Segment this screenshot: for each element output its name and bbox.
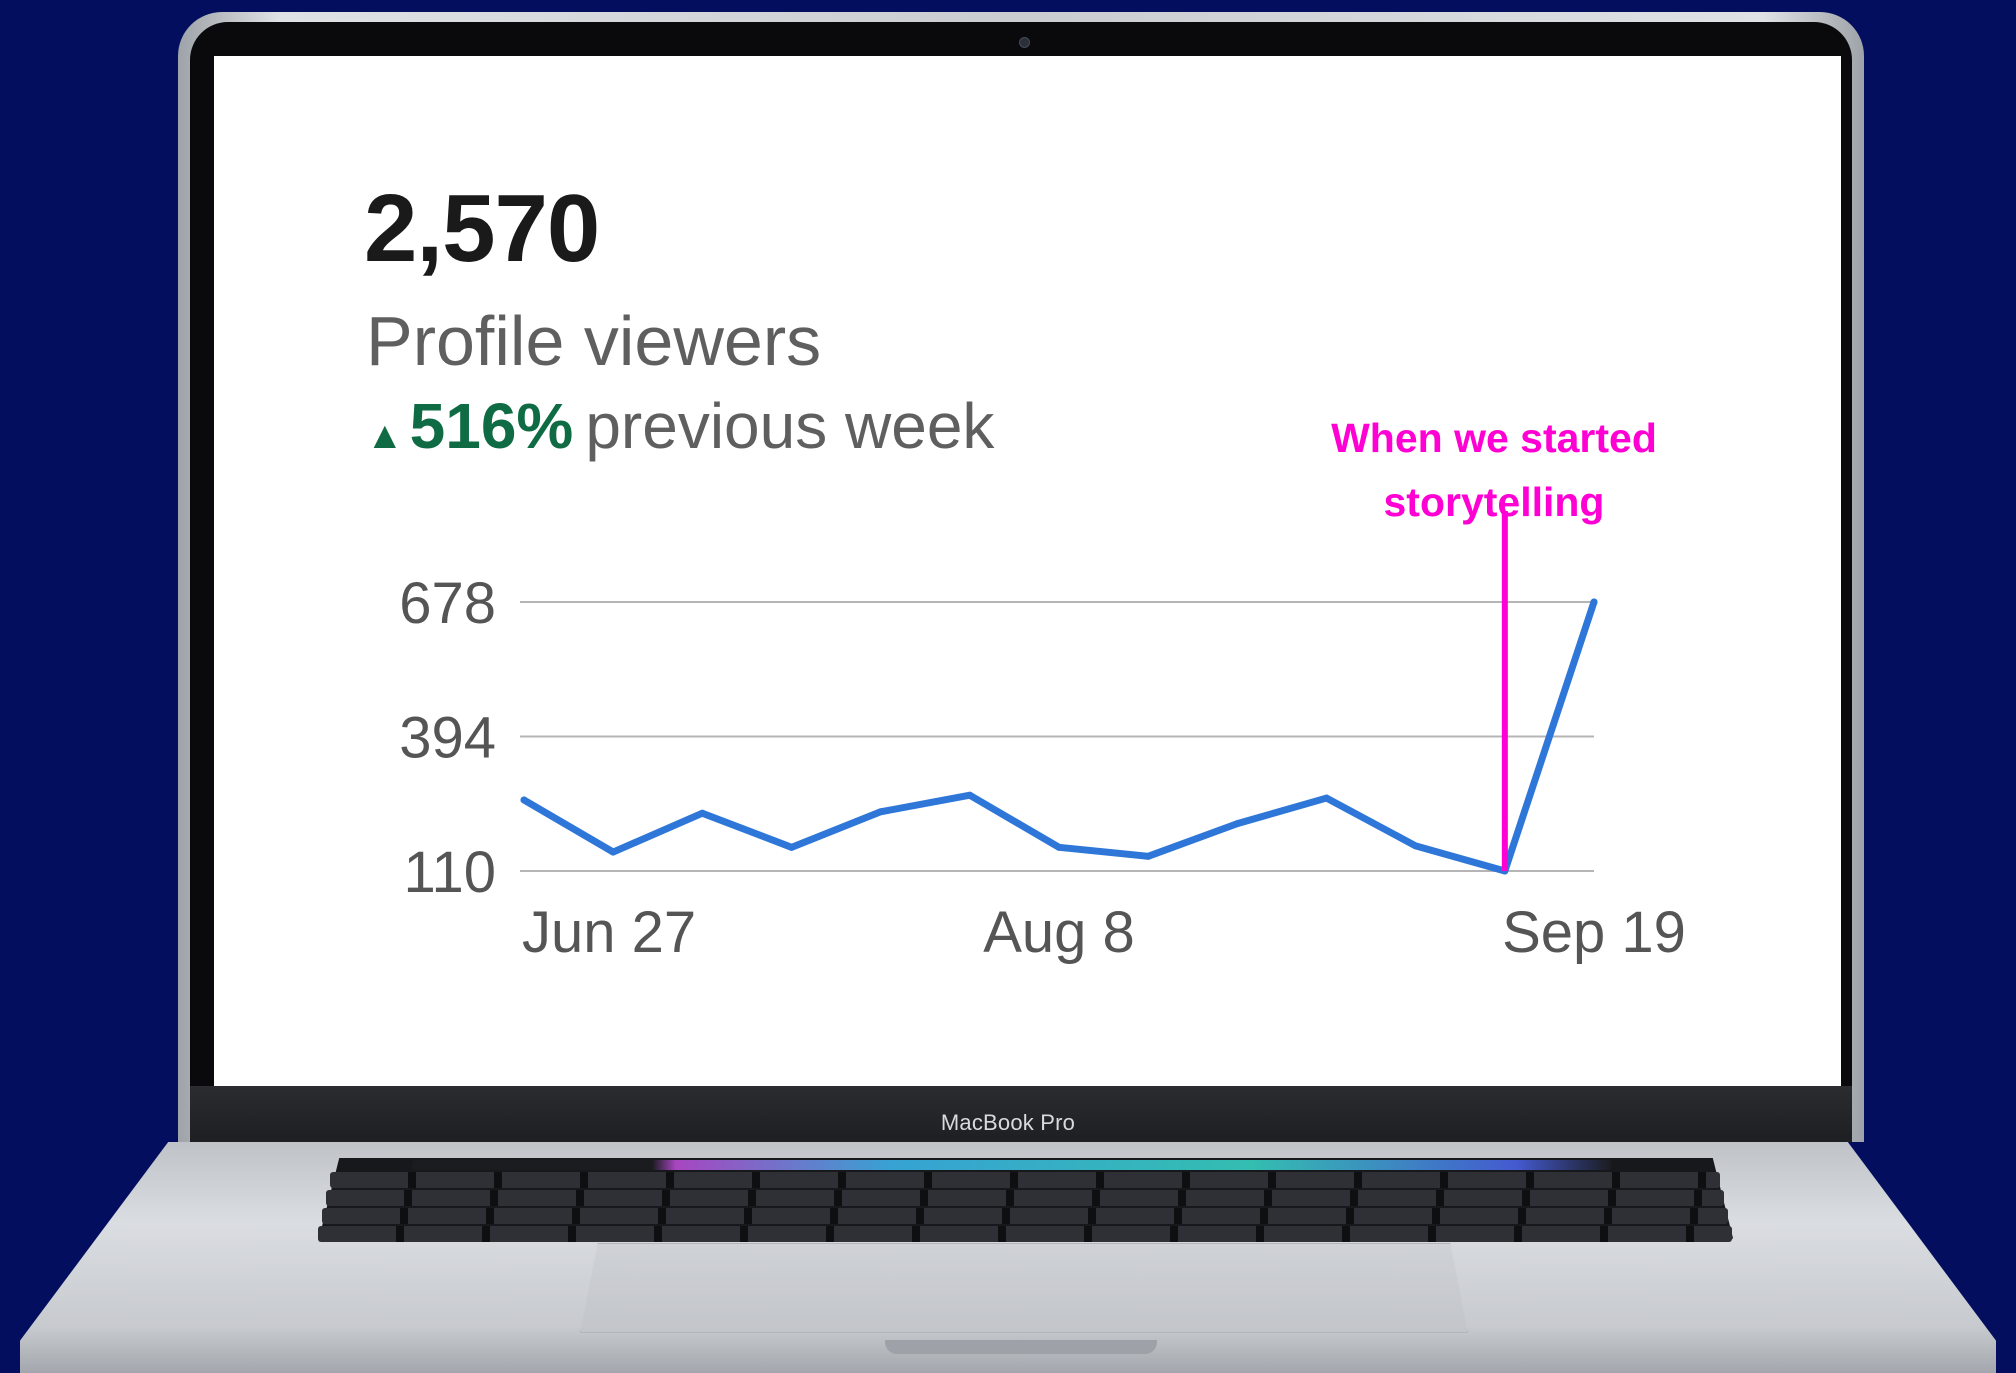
screen: 2,570 Profile viewers ▲ 516% previous we… xyxy=(214,56,1841,1086)
data-point xyxy=(1144,852,1152,860)
annotation-line-2: storytelling xyxy=(1383,479,1605,525)
data-point xyxy=(1412,842,1420,850)
key-row xyxy=(318,1226,1732,1242)
data-point xyxy=(788,843,795,851)
y-tick-label: 394 xyxy=(399,706,496,771)
annotation-label: When we started storytelling xyxy=(1294,406,1694,534)
trackpad xyxy=(580,1243,1468,1333)
key-row xyxy=(326,1190,1724,1206)
key-row xyxy=(330,1172,1720,1188)
annotation-line-1: When we started xyxy=(1331,415,1657,461)
x-tick-label: Aug 8 xyxy=(983,900,1135,965)
lid-notch xyxy=(885,1340,1157,1354)
data-point xyxy=(698,809,706,817)
x-tick-label: Sep 19 xyxy=(1502,900,1686,965)
data-point xyxy=(966,791,974,799)
data-point xyxy=(1233,820,1241,828)
device-label: MacBook Pro xyxy=(940,1110,1076,1135)
data-point xyxy=(1055,843,1063,851)
data-point xyxy=(520,796,528,804)
touch-bar xyxy=(412,1160,1612,1170)
data-point xyxy=(1590,598,1598,606)
key-row xyxy=(322,1208,1728,1224)
y-tick-label: 678 xyxy=(399,571,496,636)
data-point xyxy=(877,808,885,816)
y-tick-label: 110 xyxy=(404,840,496,905)
camera-icon xyxy=(1019,37,1030,48)
line-chart: 110 394 678 Jun 27 Aug 8 Sep 19 xyxy=(399,511,1686,965)
data-point xyxy=(609,848,617,856)
x-tick-label: Jun 27 xyxy=(522,900,696,965)
data-point xyxy=(1323,794,1330,802)
